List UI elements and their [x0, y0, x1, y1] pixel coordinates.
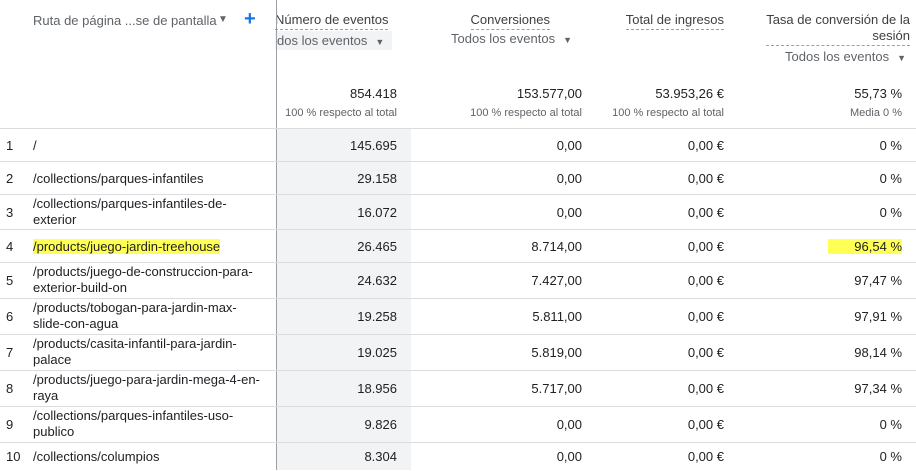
row-index: 4: [6, 239, 14, 254]
row-conversions: 0,00: [556, 171, 582, 186]
row-revenue: 0,00 €: [687, 449, 724, 464]
chevron-down-icon: ▼: [375, 37, 385, 47]
col-selector-conv-rate[interactable]: Todos los eventos ▼: [785, 49, 906, 64]
row-path[interactable]: /collections/parques-infantiles-de-exter…: [33, 196, 263, 228]
table-row[interactable]: 8/products/juego-para-jardin-mega-4-en-r…: [0, 370, 916, 407]
col-title-revenue[interactable]: Total de ingresos: [625, 12, 724, 30]
col-title-conversions[interactable]: Conversiones: [470, 12, 550, 30]
row-path[interactable]: /collections/columpios: [33, 449, 263, 465]
row-index: 10: [6, 449, 21, 464]
row-path[interactable]: /collections/parques-infantiles: [33, 171, 263, 187]
row-conversions: 0,00: [556, 138, 582, 153]
row-index: 5: [6, 273, 14, 288]
row-events: 16.072: [357, 205, 397, 220]
table-row[interactable]: 3/collections/parques-infantiles-de-exte…: [0, 194, 916, 230]
row-path[interactable]: /collections/parques-infantiles-uso-publ…: [33, 408, 263, 440]
row-conversions: 0,00: [556, 205, 582, 220]
row-conv-rate: 97,91 %: [854, 309, 902, 324]
add-dimension-icon[interactable]: +: [244, 8, 256, 31]
row-events: 19.025: [357, 345, 397, 360]
table-row[interactable]: 1 / 145.695 0,00 0,00 € 0 %: [0, 128, 916, 162]
table-header: Ruta de página ...se de pantalla ▼ + Núm…: [0, 0, 916, 128]
row-revenue: 0,00 €: [687, 381, 724, 396]
row-index: 9: [6, 417, 14, 432]
row-events: 26.465: [357, 239, 397, 254]
row-revenue: 0,00 €: [687, 138, 724, 153]
row-path[interactable]: /products/juego-de-construccion-para-ext…: [33, 264, 263, 296]
total-revenue-sub: 100 % respecto al total: [612, 107, 724, 119]
row-revenue: 0,00 €: [687, 205, 724, 220]
row-index: 7: [6, 345, 14, 360]
total-events: 854.418: [350, 86, 397, 101]
total-conversions: 153.577,00: [516, 86, 582, 101]
chevron-down-icon: ▼: [563, 35, 572, 45]
row-conv-rate: 96,54 %: [828, 239, 902, 254]
table-row[interactable]: 4/products/juego-jardin-treehouse 26.465 8…: [0, 229, 916, 263]
row-revenue: 0,00 €: [687, 239, 724, 254]
row-conv-rate: 0 %: [879, 417, 902, 432]
row-events: 145.695: [350, 138, 397, 153]
row-conversions: 0,00: [556, 417, 582, 432]
total-events-sub: 100 % respecto al total: [285, 107, 397, 119]
table-row[interactable]: 10/collections/columpios 8.304 0,00 0,00 € 0…: [0, 442, 916, 471]
row-conv-rate: 97,47 %: [854, 273, 902, 288]
row-events: 9.826: [364, 417, 397, 432]
row-conversions: 0,00: [556, 449, 582, 464]
row-events: 19.258: [357, 309, 397, 324]
row-revenue: 0,00 €: [687, 309, 724, 324]
row-index: 2: [6, 171, 14, 186]
row-revenue: 0,00 €: [687, 417, 724, 432]
row-events: 8.304: [364, 449, 397, 464]
table-row[interactable]: 5/products/juego-de-construccion-para-ex…: [0, 262, 916, 299]
table-row[interactable]: 9/collections/parques-infantiles-uso-pub…: [0, 406, 916, 443]
row-conversions: 5.819,00: [531, 345, 582, 360]
row-index: 3: [6, 205, 14, 220]
row-events: 29.158: [357, 171, 397, 186]
row-index: 1: [6, 138, 14, 153]
row-conversions: 5.811,00: [532, 309, 582, 324]
row-events: 18.956: [357, 381, 397, 396]
row-revenue: 0,00 €: [687, 171, 724, 186]
row-conv-rate: 97,34 %: [854, 381, 902, 396]
total-conversions-sub: 100 % respecto al total: [470, 107, 582, 119]
col-selector-events[interactable]: dos los eventos ▼: [275, 31, 393, 50]
col-title-events[interactable]: Número de eventos: [275, 12, 389, 30]
table-row[interactable]: 6/products/tobogan-para-jardin-max-slide…: [0, 298, 916, 335]
col-title-conv-rate[interactable]: Tasa de conversión de la sesión: [766, 12, 910, 46]
total-conv-rate: 55,73 %: [854, 86, 902, 101]
row-index: 8: [6, 381, 14, 396]
row-conversions: 5.717,00: [531, 381, 582, 396]
row-path[interactable]: /: [33, 138, 263, 154]
row-conversions: 7.427,00: [531, 273, 582, 288]
row-conv-rate: 0 %: [879, 449, 902, 464]
row-path[interactable]: /products/juego-para-jardin-mega-4-en-ra…: [33, 372, 263, 404]
chevron-down-icon: ▼: [897, 53, 906, 63]
row-path[interactable]: /products/juego-jardin-treehouse: [33, 239, 263, 255]
row-path[interactable]: /products/tobogan-para-jardin-max-slide-…: [33, 300, 263, 332]
highlight-mark: 96,54 %: [828, 239, 902, 254]
total-revenue: 53.953,26 €: [655, 86, 724, 101]
row-conv-rate: 0 %: [879, 205, 902, 220]
col-selector-conversions[interactable]: Todos los eventos ▼: [451, 31, 572, 46]
table-row[interactable]: 2/collections/parques-infantiles 29.158 0,…: [0, 161, 916, 195]
row-conv-rate: 0 %: [879, 138, 902, 153]
row-revenue: 0,00 €: [687, 273, 724, 288]
total-conv-rate-sub: Media 0 %: [850, 107, 902, 119]
dimension-dropdown-icon[interactable]: ▼: [218, 14, 228, 25]
table-row[interactable]: 7/products/casita-infantil-para-jardin-p…: [0, 334, 916, 371]
row-path[interactable]: /products/casita-infantil-para-jardin-pa…: [33, 336, 263, 368]
row-conversions: 8.714,00: [531, 239, 582, 254]
row-conv-rate: 0 %: [879, 171, 902, 186]
row-index: 6: [6, 309, 14, 324]
row-events: 24.632: [357, 273, 397, 288]
highlight-mark: /products/juego-jardin-treehouse: [33, 239, 221, 254]
row-conv-rate: 98,14 %: [854, 345, 902, 360]
row-revenue: 0,00 €: [687, 345, 724, 360]
dimension-selector-label[interactable]: Ruta de página ...se de pantalla: [33, 13, 217, 28]
